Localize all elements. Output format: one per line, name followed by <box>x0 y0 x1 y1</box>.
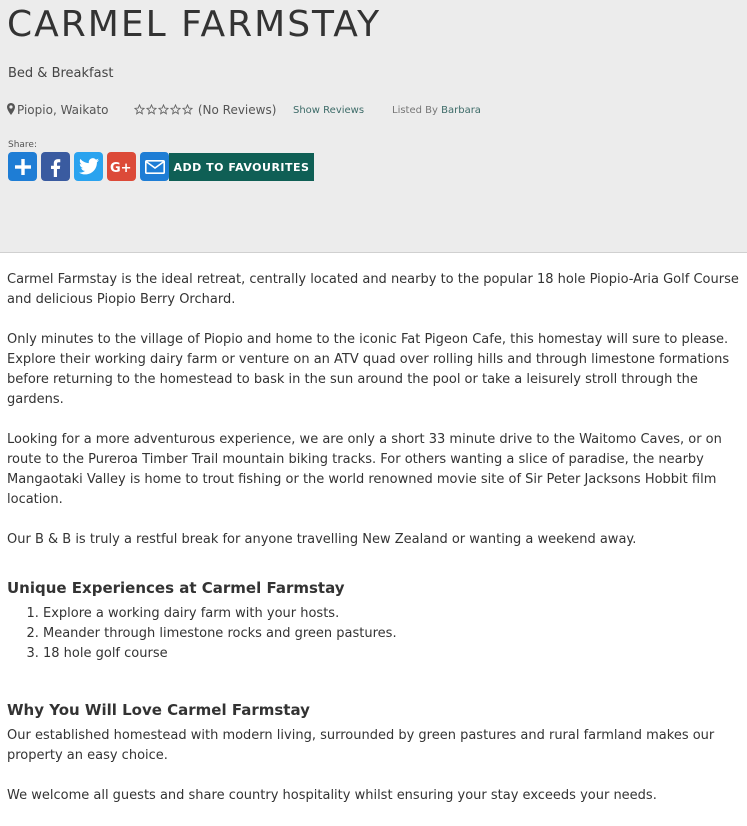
why-love-paragraph: We welcome all guests and share country … <box>7 788 657 803</box>
why-love-paragraph: Our established homestead with modern li… <box>7 728 715 763</box>
star-empty-icon <box>146 104 157 115</box>
share-email-button[interactable] <box>140 152 169 181</box>
listing-title: CARMEL FARMSTAY <box>7 4 382 45</box>
share-add-button[interactable] <box>8 152 37 181</box>
location: Piopio, Waikato <box>7 103 109 117</box>
share-google-plus-button[interactable]: G+ <box>107 152 136 181</box>
unique-experiences-list: Explore a working dairy farm with your h… <box>7 604 739 664</box>
show-reviews-link[interactable]: Show Reviews <box>293 105 364 116</box>
star-empty-icon <box>182 104 193 115</box>
share-twitter-button[interactable] <box>74 152 103 181</box>
star-empty-icon <box>158 104 169 115</box>
location-text: Piopio, Waikato <box>17 103 109 117</box>
listing-header: CARMEL FARMSTAY Bed & Breakfast Piopio, … <box>0 0 747 253</box>
description-paragraph: Carmel Farmstay is the ideal retreat, ce… <box>7 272 739 307</box>
star-empty-icon <box>170 104 181 115</box>
envelope-icon <box>144 159 165 174</box>
listed-by: Listed By Barbara <box>392 105 481 116</box>
description-paragraph: Our B & B is truly a restful break for a… <box>7 532 637 547</box>
facebook-icon <box>50 158 60 177</box>
twitter-icon <box>78 158 99 175</box>
svg-text:G+: G+ <box>110 161 132 175</box>
share-label: Share: <box>8 140 38 150</box>
add-to-favourites-button[interactable]: ADD TO FAVOURITES <box>169 153 314 181</box>
description-paragraph: Only minutes to the village of Piopio an… <box>7 332 730 407</box>
share-facebook-button[interactable] <box>41 152 70 181</box>
list-item: 18 hole golf course <box>43 644 739 664</box>
list-item: Meander through limestone rocks and gree… <box>43 624 739 644</box>
description-paragraph: Looking for a more adventurous experienc… <box>7 432 722 507</box>
plus-icon <box>14 158 31 175</box>
unique-experiences-heading: Unique Experiences at Carmel Farmstay <box>7 579 345 597</box>
star-empty-icon <box>134 104 145 115</box>
listing-category: Bed & Breakfast <box>8 66 114 81</box>
why-love-heading: Why You Will Love Carmel Farmstay <box>7 701 310 719</box>
google-plus-icon: G+ <box>110 161 132 175</box>
list-item: Explore a working dairy farm with your h… <box>43 604 739 624</box>
listed-by-author-link[interactable]: Barbara <box>441 105 481 116</box>
reviews-count: (No Reviews) <box>197 103 277 117</box>
listing-description: Carmel Farmstay is the ideal retreat, ce… <box>7 270 739 826</box>
listed-by-label: Listed By <box>392 105 438 116</box>
star-rating: (No Reviews) <box>134 103 276 117</box>
map-pin-icon <box>7 103 15 115</box>
